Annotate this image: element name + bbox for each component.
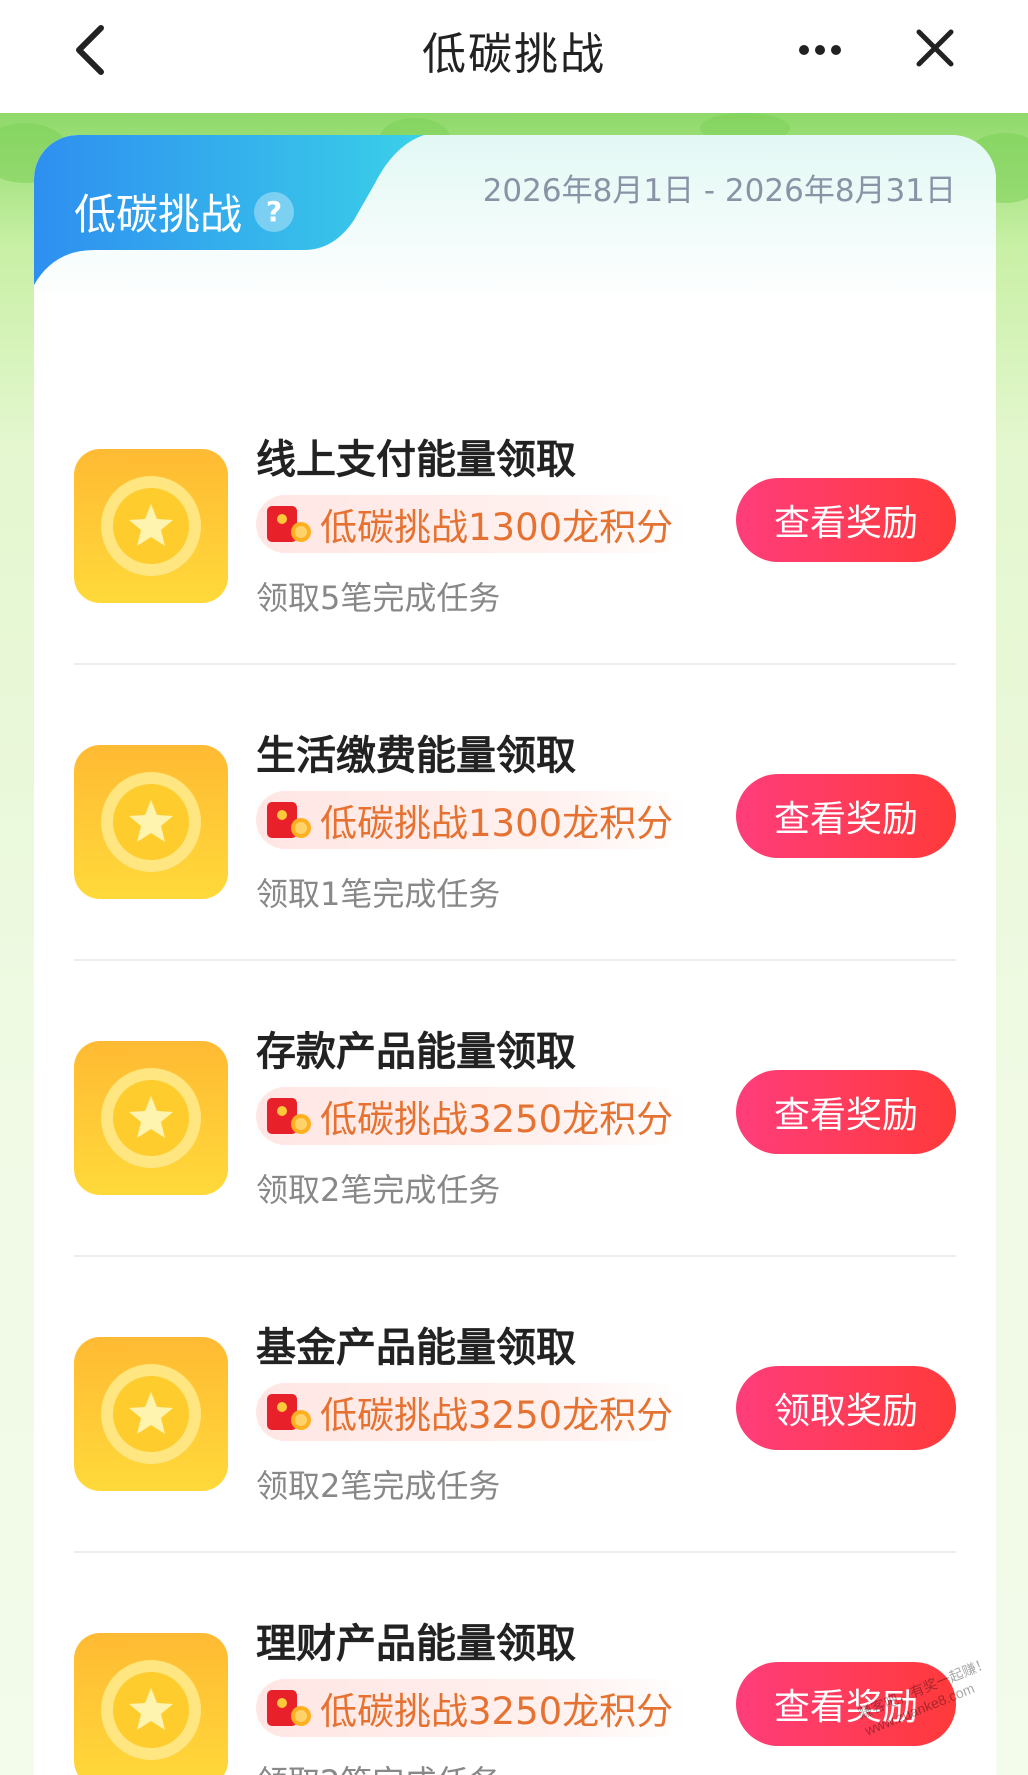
coin-icon [74,745,228,899]
page-title: 低碳挑战 [422,29,606,80]
reward-text: 低碳挑战1300龙积分 [320,506,674,549]
reward-tag: 低碳挑战1300龙积分 [256,791,688,849]
tab-title: 低碳挑战 ? [74,181,295,242]
help-icon[interactable]: ? [254,191,295,232]
red-packet-icon [256,791,320,849]
task-subtitle: 领取2笔完成任务 [256,1171,501,1209]
reward-tag: 低碳挑战1300龙积分 [256,495,688,553]
coin-icon [74,1041,228,1195]
challenge-card: 低碳挑战 ? 2026年8月1日 - 2026年8月31日 线上支付能量领取 低… [34,135,996,1775]
claim-reward-button[interactable]: 领取奖励 [736,1366,956,1450]
red-packet-icon [256,1383,320,1441]
task-item: 生活缴费能量领取 低碳挑战1300龙积分 领取1笔完成任务 查看奖励 [74,665,956,961]
view-reward-button[interactable]: 查看奖励 [736,478,956,562]
tab-title-text: 低碳挑战 [74,190,243,239]
red-packet-icon [256,495,320,553]
task-title: 生活缴费能量领取 [256,733,576,779]
top-navbar: 低碳挑战 [0,0,1028,113]
coin-icon [74,1337,228,1491]
reward-text: 低碳挑战1300龙积分 [320,802,674,845]
reward-text: 低碳挑战3250龙积分 [320,1394,674,1437]
coin-icon [74,449,228,603]
date-range: 2026年8月1日 - 2026年8月31日 [482,173,956,209]
reward-text: 低碳挑战3250龙积分 [320,1690,674,1733]
task-item: 基金产品能量领取 低碳挑战3250龙积分 领取2笔完成任务 领取奖励 [74,1257,956,1553]
task-item: 理财产品能量领取 低碳挑战3250龙积分 领取2笔完成任务 查看奖励 [74,1553,956,1775]
task-title: 理财产品能量领取 [256,1621,576,1667]
close-button[interactable] [905,18,965,78]
view-reward-button[interactable]: 查看奖励 [736,1070,956,1154]
more-dots-icon [799,45,841,55]
reward-tag: 低碳挑战3250龙积分 [256,1087,688,1145]
coin-icon [74,1633,228,1775]
reward-text: 低碳挑战3250龙积分 [320,1098,674,1141]
reward-tag: 低碳挑战3250龙积分 [256,1383,688,1441]
red-packet-icon [256,1679,320,1737]
task-item: 存款产品能量领取 低碳挑战3250龙积分 领取2笔完成任务 查看奖励 [74,961,956,1257]
task-title: 基金产品能量领取 [256,1325,576,1371]
more-button[interactable] [790,20,850,80]
red-packet-icon [256,1087,320,1145]
reward-tag: 低碳挑战3250龙积分 [256,1679,688,1737]
task-subtitle: 领取1笔完成任务 [256,875,501,913]
task-title: 存款产品能量领取 [256,1029,576,1075]
task-subtitle: 领取5笔完成任务 [256,579,501,617]
task-item: 线上支付能量领取 低碳挑战1300龙积分 领取5笔完成任务 查看奖励 [74,369,956,665]
task-subtitle: 领取2笔完成任务 [256,1757,500,1775]
task-subtitle: 领取2笔完成任务 [256,1467,501,1505]
task-title: 线上支付能量领取 [256,437,576,483]
view-reward-button[interactable]: 查看奖励 [736,774,956,858]
close-icon [916,29,954,67]
